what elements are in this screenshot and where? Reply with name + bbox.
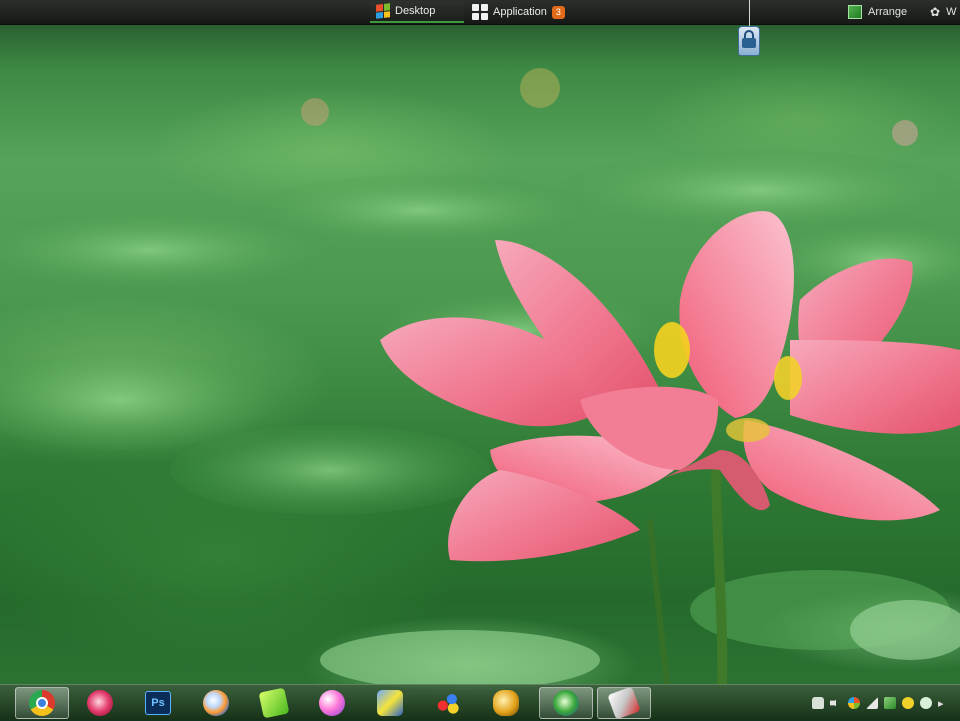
taskbar-app-button-10[interactable] (539, 687, 593, 719)
taskbar-photoshop-button[interactable]: Ps (131, 687, 185, 719)
network-app-icon (377, 690, 403, 716)
taskbar-app-button-8[interactable] (421, 687, 475, 719)
taskbar-app-button-11[interactable] (597, 686, 651, 720)
taskbar-app-button-9[interactable] (479, 687, 533, 719)
taskbar-app-button-7[interactable] (363, 687, 417, 719)
extra-label: W (946, 6, 957, 18)
taskbar-app-button-4[interactable] (189, 687, 243, 719)
speaker-icon[interactable] (830, 697, 840, 709)
coin-app-icon (493, 690, 519, 716)
taskbar-app-button-5[interactable] (247, 687, 301, 719)
windows-flag-icon (376, 3, 390, 19)
tab-application[interactable]: Application 3 (466, 1, 592, 23)
taskbar-chrome-button[interactable] (15, 687, 69, 719)
pull-cord (749, 0, 750, 27)
arrange-button[interactable]: Arrange (848, 1, 907, 23)
swirl-app-icon (203, 690, 229, 716)
globe-ring-icon (553, 690, 579, 716)
color-balls-icon (435, 690, 461, 716)
arrange-label: Arrange (868, 6, 908, 18)
application-count-badge: 3 (551, 5, 565, 19)
signal-icon[interactable] (866, 697, 878, 709)
network-icon[interactable] (884, 697, 896, 709)
taskbar-app-button-6[interactable] (305, 687, 359, 719)
tab-application-label: Application (493, 6, 547, 18)
top-bar: Desktop Application 3 Arrange ✿ W (0, 0, 960, 25)
lock-icon[interactable] (812, 697, 824, 709)
more-icon[interactable]: ▸ (938, 697, 944, 710)
clock-icon[interactable] (920, 697, 932, 709)
extra-button[interactable]: ✿ W (930, 1, 956, 23)
taskbar: Ps ▸ (0, 684, 960, 721)
app-grid-icon (472, 4, 488, 20)
tab-desktop-label: Desktop (395, 5, 436, 17)
lotus-flower-image (0, 68, 960, 691)
chrome-icon (29, 690, 55, 716)
photoshop-icon: Ps (145, 691, 171, 715)
windows-flag-icon[interactable] (848, 697, 860, 709)
update-icon[interactable] (902, 697, 914, 709)
lock-pull-handle-icon[interactable] (738, 26, 760, 56)
paw-icon: ✿ (930, 5, 941, 19)
system-tray: ▸ (812, 685, 944, 721)
taskbar-app-button-2[interactable] (73, 687, 127, 719)
gold-app-icon (87, 690, 113, 716)
pink-ball-icon (319, 690, 345, 716)
tab-desktop[interactable]: Desktop (370, 1, 464, 23)
arrange-icon (848, 5, 862, 19)
green-app-icon (258, 687, 290, 719)
feather-app-icon (607, 686, 641, 720)
desktop-wallpaper (0, 0, 960, 720)
